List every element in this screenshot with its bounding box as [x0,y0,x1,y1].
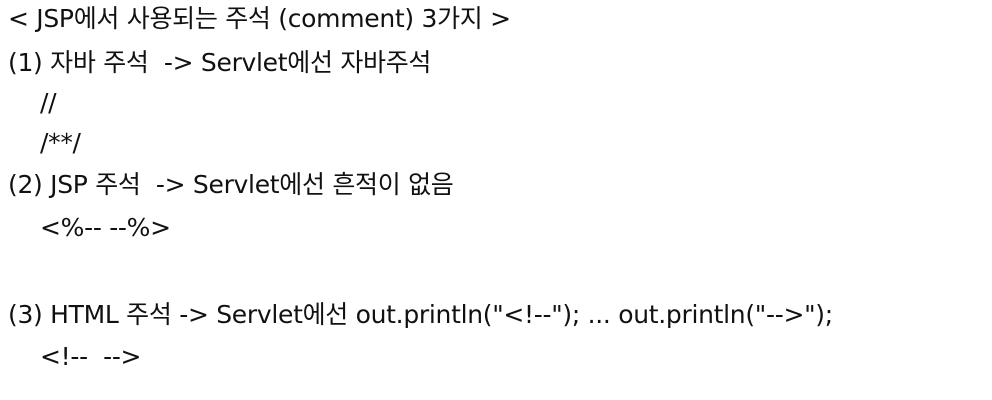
item-2-example-jsp-comment: <%-- --%> [40,213,171,242]
item-3-example-html-comment: <!-- --> [40,342,142,371]
item-3-heading: (3) HTML 주석 -> Servlet에선 out.println("<!… [8,300,833,329]
item-1-example-line-comment: // [40,88,57,117]
document-page: < JSP에서 사용되는 주석 (comment) 3가지 > (1) 자바 주… [0,0,992,400]
item-1-heading: (1) 자바 주석 -> Servlet에선 자바주석 [8,48,432,77]
document-title: < JSP에서 사용되는 주석 (comment) 3가지 > [8,4,511,33]
item-1-example-block-comment: /**/ [40,128,81,157]
item-2-heading: (2) JSP 주석 -> Servlet에선 흔적이 없음 [8,170,454,199]
